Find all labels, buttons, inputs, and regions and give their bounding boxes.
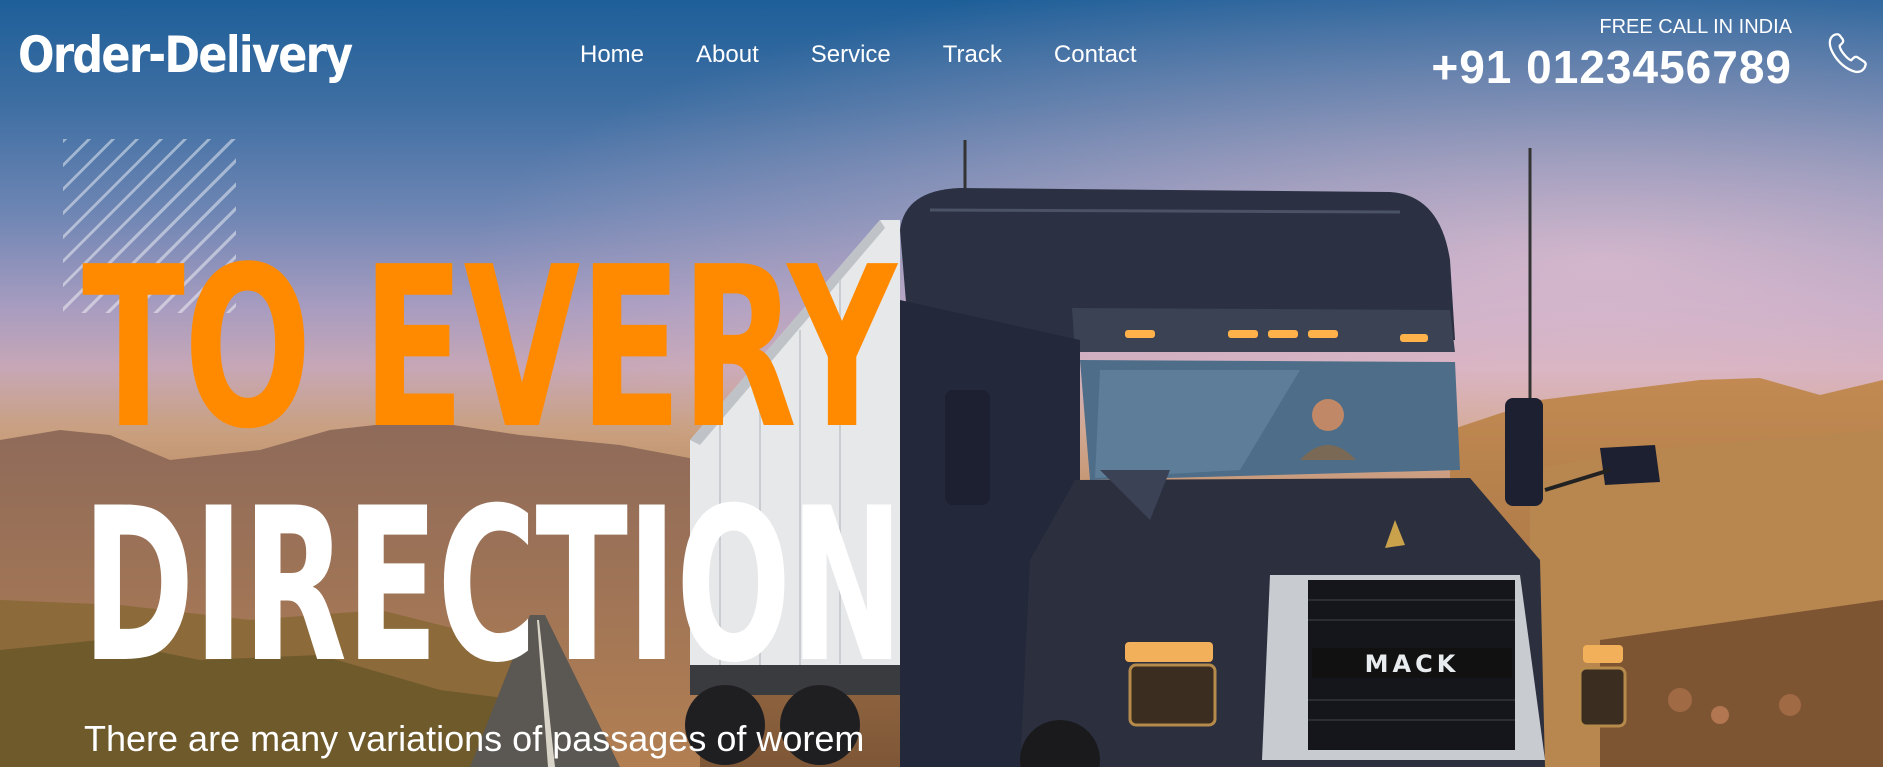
nav-about[interactable]: About — [696, 41, 759, 69]
phone-number-link[interactable]: +91 0123456789 — [1431, 40, 1792, 94]
hero-subtext: There are many variations of passages of… — [84, 718, 865, 759]
main-nav: Home About Service Track Contact — [580, 41, 1189, 69]
truck-brand-badge: MACK — [1364, 650, 1460, 678]
hero-section: MACK Order-Delivery Home About Service T… — [0, 0, 1883, 767]
nav-contact[interactable]: Contact — [1054, 41, 1137, 69]
free-call-label: FREE CALL IN INDIA — [1599, 16, 1792, 38]
nav-track[interactable]: Track — [943, 41, 1002, 69]
site-logo[interactable]: Order-Delivery — [18, 26, 353, 84]
nav-service[interactable]: Service — [811, 41, 891, 69]
headline-line-1: TO EVERY — [82, 220, 897, 478]
nav-home[interactable]: Home — [580, 41, 644, 69]
phone-icon[interactable] — [1823, 28, 1873, 78]
headline-line-2: DIRECTION — [82, 462, 904, 709]
